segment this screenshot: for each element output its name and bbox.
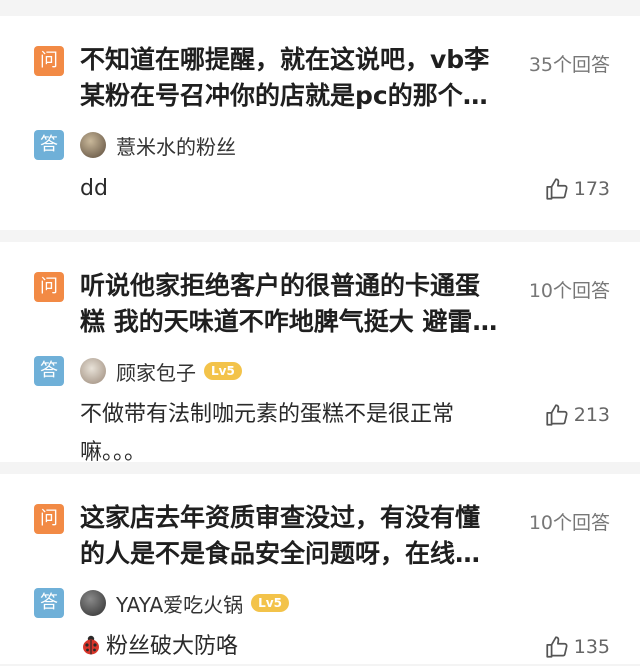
question-text[interactable]: 这家店去年资质审查没过，有没有懂的人是不是食品安全问题呀，在线… (80, 500, 500, 572)
qa-card[interactable]: 问 不知道在哪提醒，就在这说吧，vb李某粉在号召冲你的店就是pc的那个… 35个… (0, 16, 640, 230)
answer-user[interactable]: 薏米水的粉丝 (80, 128, 610, 162)
qa-card[interactable]: 问 听说他家拒绝客户的很普通的卡通蛋糕 我的天味道不咋地脾气挺大 避雷… 10个… (0, 242, 640, 465)
like-count: 135 (573, 636, 610, 658)
qa-card[interactable]: 问 这家店去年资质审查没过，有没有懂的人是不是食品安全问题呀，在线… 10个回答… (0, 474, 640, 664)
answer-badge: 答 (34, 588, 64, 618)
question-text[interactable]: 不知道在哪提醒，就在这说吧，vb李某粉在号召冲你的店就是pc的那个… (80, 42, 500, 114)
answer-badge: 答 (34, 356, 64, 386)
like-button[interactable]: 135 (544, 634, 610, 660)
like-count: 173 (573, 178, 610, 200)
answer-row[interactable]: 答 薏米水的粉丝 dd 173 (34, 128, 610, 208)
answer-row[interactable]: 答 YAYA爱吃火锅 Lv5 粉丝破大防咯 135 (34, 586, 610, 666)
username[interactable]: YAYA爱吃火锅 (116, 589, 243, 618)
answer-count[interactable]: 10个回答 (529, 276, 610, 303)
answer-text: 不做带有法制咖元素的蛋糕不是很正常嘛。。。 (80, 402, 455, 465)
avatar[interactable] (80, 132, 106, 158)
question-badge: 问 (34, 272, 64, 302)
answer-row[interactable]: 答 顾家包子 Lv5 不做带有法制咖元素的蛋糕不是很正常嘛。。。 213 (34, 354, 610, 472)
top-spacer (0, 0, 640, 16)
thumbs-up-icon (546, 636, 568, 658)
thumbs-up-icon (546, 404, 568, 426)
answer-text: 粉丝破大防咯 (106, 634, 239, 659)
username[interactable]: 薏米水的粉丝 (116, 131, 236, 160)
level-badge: Lv5 (251, 594, 289, 612)
avatar[interactable] (80, 590, 106, 616)
thumbs-up-icon (546, 178, 568, 200)
question-row[interactable]: 问 听说他家拒绝客户的很普通的卡通蛋糕 我的天味道不咋地脾气挺大 避雷… 10个… (34, 242, 610, 340)
username[interactable]: 顾家包子 (116, 357, 196, 386)
level-badge: Lv5 (204, 362, 242, 380)
question-text[interactable]: 听说他家拒绝客户的很普通的卡通蛋糕 我的天味道不咋地脾气挺大 避雷… (80, 268, 500, 340)
like-button[interactable]: 173 (544, 176, 610, 202)
avatar[interactable] (80, 358, 106, 384)
answer-badge: 答 (34, 130, 64, 160)
ladybug-icon (83, 635, 99, 655)
answer-text-row: 粉丝破大防咯 (80, 628, 500, 666)
answer-count[interactable]: 35个回答 (529, 50, 610, 77)
answer-text: dd (80, 176, 108, 201)
question-row[interactable]: 问 不知道在哪提醒，就在这说吧，vb李某粉在号召冲你的店就是pc的那个… 35个… (34, 16, 610, 114)
question-badge: 问 (34, 46, 64, 76)
answer-user[interactable]: 顾家包子 Lv5 (80, 354, 610, 388)
answer-user[interactable]: YAYA爱吃火锅 Lv5 (80, 586, 610, 620)
like-count: 213 (573, 404, 610, 426)
like-button[interactable]: 213 (544, 402, 610, 428)
question-badge: 问 (34, 504, 64, 534)
question-row[interactable]: 问 这家店去年资质审查没过，有没有懂的人是不是食品安全问题呀，在线… 10个回答 (34, 474, 610, 572)
answer-count[interactable]: 10个回答 (529, 508, 610, 535)
